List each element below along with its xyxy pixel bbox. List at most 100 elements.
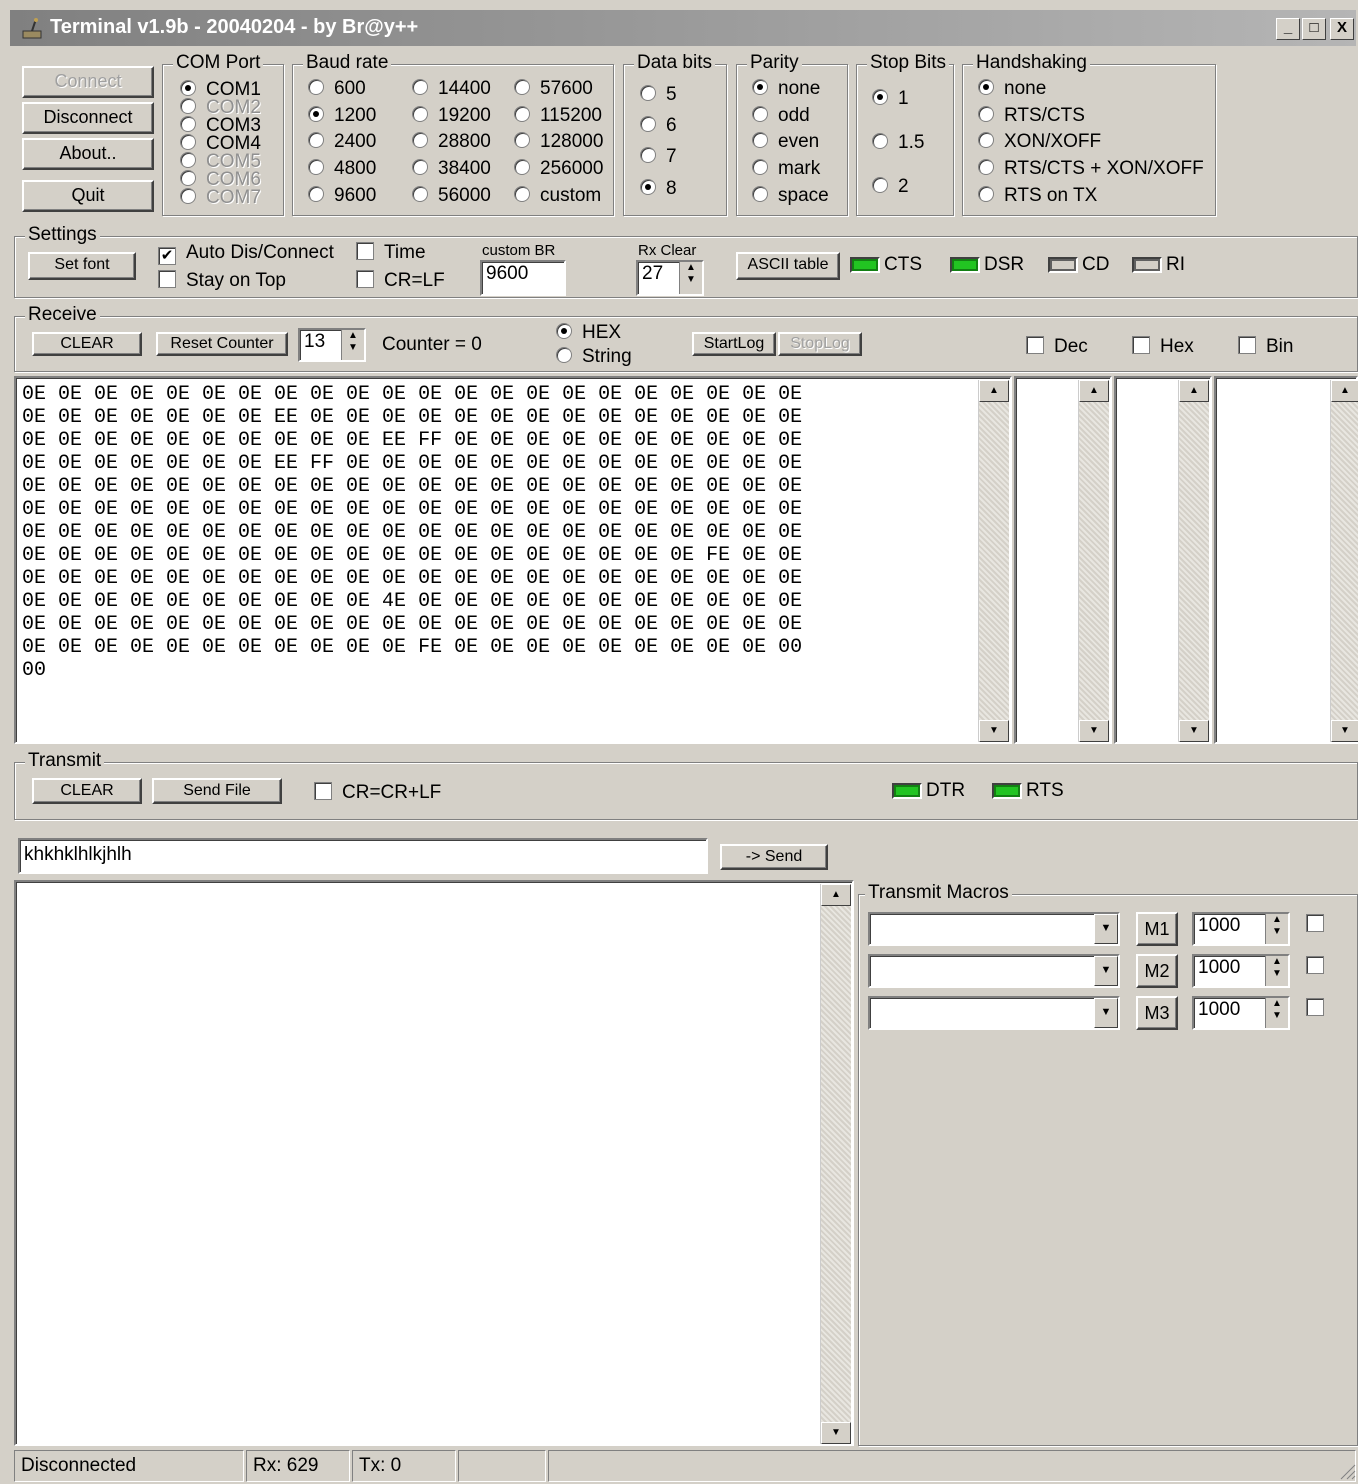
scroll-down-icon[interactable]: ▼ [821,1422,851,1444]
minimize-button[interactable]: _ [1276,18,1300,40]
quit-button[interactable]: Quit [22,180,154,212]
radio-hs-rtscts-xonxoff[interactable]: RTS/CTS + XON/XOFF [978,158,1204,180]
radio-baud-256000[interactable]: 256000 [514,158,603,180]
chevron-down-icon[interactable]: ▼ [1094,956,1118,986]
dec-checkbox[interactable]: Dec [1026,336,1088,358]
radio-hex[interactable]: HEX [556,322,621,344]
radio-baud-600[interactable]: 600 [308,78,366,100]
macro-1-interval[interactable]: 1000 ▲ ▼ [1192,912,1290,946]
spin-arrows-icon[interactable]: ▲ ▼ [679,262,702,294]
radio-com6[interactable]: COM6 [180,170,261,189]
spin-arrows-icon[interactable]: ▲ ▼ [341,330,364,360]
send-file-button[interactable]: Send File [152,778,282,804]
radio-baud-56000[interactable]: 56000 [412,185,491,207]
scroll-up-icon[interactable]: ▲ [1179,380,1209,402]
radio-baud-4800[interactable]: 4800 [308,158,376,180]
radio-databits-6[interactable]: 6 [640,115,677,137]
close-button[interactable]: X [1330,18,1354,40]
radio-baud-9600[interactable]: 9600 [308,185,376,207]
transmit-history[interactable] [14,880,854,1446]
radio-databits-8[interactable]: 8 [640,178,677,200]
radio-baud-115200[interactable]: 115200 [514,105,602,127]
reset-counter-button[interactable]: Reset Counter [156,332,288,356]
time-checkbox[interactable]: Time [356,242,426,264]
transmit-input[interactable]: khkhklhlkjhlh [18,838,708,874]
ascii-table-button[interactable]: ASCII table [736,252,840,280]
radio-com7[interactable]: COM7 [180,188,261,207]
radio-hs-xonxoff[interactable]: XON/XOFF [978,131,1101,153]
receive-clear-button[interactable]: CLEAR [32,332,142,356]
receive-scrollbar[interactable]: ▲ ▼ [978,380,1009,742]
disconnect-button[interactable]: Disconnect [22,102,154,134]
radio-baud-38400[interactable]: 38400 [412,158,491,180]
start-log-button[interactable]: StartLog [692,332,776,356]
custom-br-input[interactable]: 9600 [480,260,566,296]
spin-arrows-icon[interactable]: ▲ ▼ [1265,998,1288,1028]
cr-lf-checkbox[interactable]: CR=LF [356,270,445,292]
radio-baud-1200[interactable]: 1200 [308,105,376,127]
scroll-up-icon[interactable]: ▲ [1331,380,1358,402]
radio-stopbits-2[interactable]: 2 [872,176,909,198]
radio-com3[interactable]: COM3 [180,116,261,135]
scroll-down-icon[interactable]: ▼ [1179,720,1209,742]
chevron-down-icon[interactable]: ▼ [1094,914,1118,944]
radio-com5[interactable]: COM5 [180,152,261,171]
radio-hs-rts-on-tx[interactable]: RTS on TX [978,185,1097,207]
resize-grip-icon[interactable] [1338,1462,1356,1480]
auto-dis-connect-checkbox[interactable]: ✔ Auto Dis/Connect [158,242,334,265]
set-font-button[interactable]: Set font [28,252,136,280]
radio-hs-none[interactable]: none [978,78,1046,100]
radio-parity-odd[interactable]: odd [752,105,810,127]
macro-3-checkbox[interactable] [1306,998,1334,1020]
macro-1-button[interactable]: M1 [1136,912,1178,946]
scroll-down-icon[interactable]: ▼ [1079,720,1109,742]
macro-2-checkbox[interactable] [1306,956,1334,978]
macro-2-combo[interactable]: ▼ [868,954,1120,988]
radio-databits-7[interactable]: 7 [640,146,677,168]
radio-parity-mark[interactable]: mark [752,158,820,180]
scroll-up-icon[interactable]: ▲ [1079,380,1109,402]
radio-baud-custom[interactable]: custom [514,185,601,207]
counter-spinner[interactable]: 13 ▲ ▼ [298,328,366,362]
radio-com4[interactable]: COM4 [180,134,261,153]
radio-baud-2400[interactable]: 2400 [308,131,376,153]
macro-3-interval[interactable]: 1000 ▲ ▼ [1192,996,1290,1030]
title-bar[interactable]: Terminal v1.9b - 20040204 - by Br@y++ _ … [10,10,1356,46]
maximize-button[interactable]: □ [1302,18,1326,40]
send-button[interactable]: -> Send [720,844,828,870]
hex-scrollbar[interactable]: ▲ ▼ [1178,380,1209,742]
radio-parity-none[interactable]: none [752,78,820,100]
radio-baud-28800[interactable]: 28800 [412,131,491,153]
radio-baud-19200[interactable]: 19200 [412,105,491,127]
radio-stopbits-1-5[interactable]: 1.5 [872,132,924,154]
macro-3-combo[interactable]: ▼ [868,996,1120,1030]
scroll-down-icon[interactable]: ▼ [979,720,1009,742]
connect-button[interactable]: Connect [22,66,154,98]
cr-crlf-checkbox[interactable]: CR=CR+LF [314,782,441,804]
radio-hs-rtscts[interactable]: RTS/CTS [978,105,1085,127]
radio-databits-5[interactable]: 5 [640,84,677,106]
chevron-down-icon[interactable]: ▼ [1094,998,1118,1028]
macro-3-button[interactable]: M3 [1136,996,1178,1030]
scroll-up-icon[interactable]: ▲ [979,380,1009,402]
spin-arrows-icon[interactable]: ▲ ▼ [1265,914,1288,944]
radio-baud-128000[interactable]: 128000 [514,131,603,153]
stay-on-top-checkbox[interactable]: Stay on Top [158,270,286,292]
radio-com1[interactable]: COM1 [180,80,261,99]
macro-2-interval[interactable]: 1000 ▲ ▼ [1192,954,1290,988]
dec-scrollbar[interactable]: ▲ ▼ [1078,380,1109,742]
radio-parity-space[interactable]: space [752,185,829,207]
rx-clear-spinner[interactable]: 27 ▲ ▼ [636,260,704,296]
transmit-scrollbar[interactable]: ▲ ▼ [820,884,851,1444]
radio-baud-14400[interactable]: 14400 [412,78,491,100]
macro-1-combo[interactable]: ▼ [868,912,1120,946]
spin-arrows-icon[interactable]: ▲ ▼ [1265,956,1288,986]
radio-stopbits-1[interactable]: 1 [872,88,909,110]
radio-com2[interactable]: COM2 [180,98,261,117]
scroll-down-icon[interactable]: ▼ [1331,720,1358,742]
macro-1-checkbox[interactable] [1306,914,1334,936]
about-button[interactable]: About.. [22,138,154,170]
bin-scrollbar[interactable]: ▲ ▼ [1330,380,1358,742]
hex-checkbox[interactable]: Hex [1132,336,1194,358]
radio-string[interactable]: String [556,346,632,368]
